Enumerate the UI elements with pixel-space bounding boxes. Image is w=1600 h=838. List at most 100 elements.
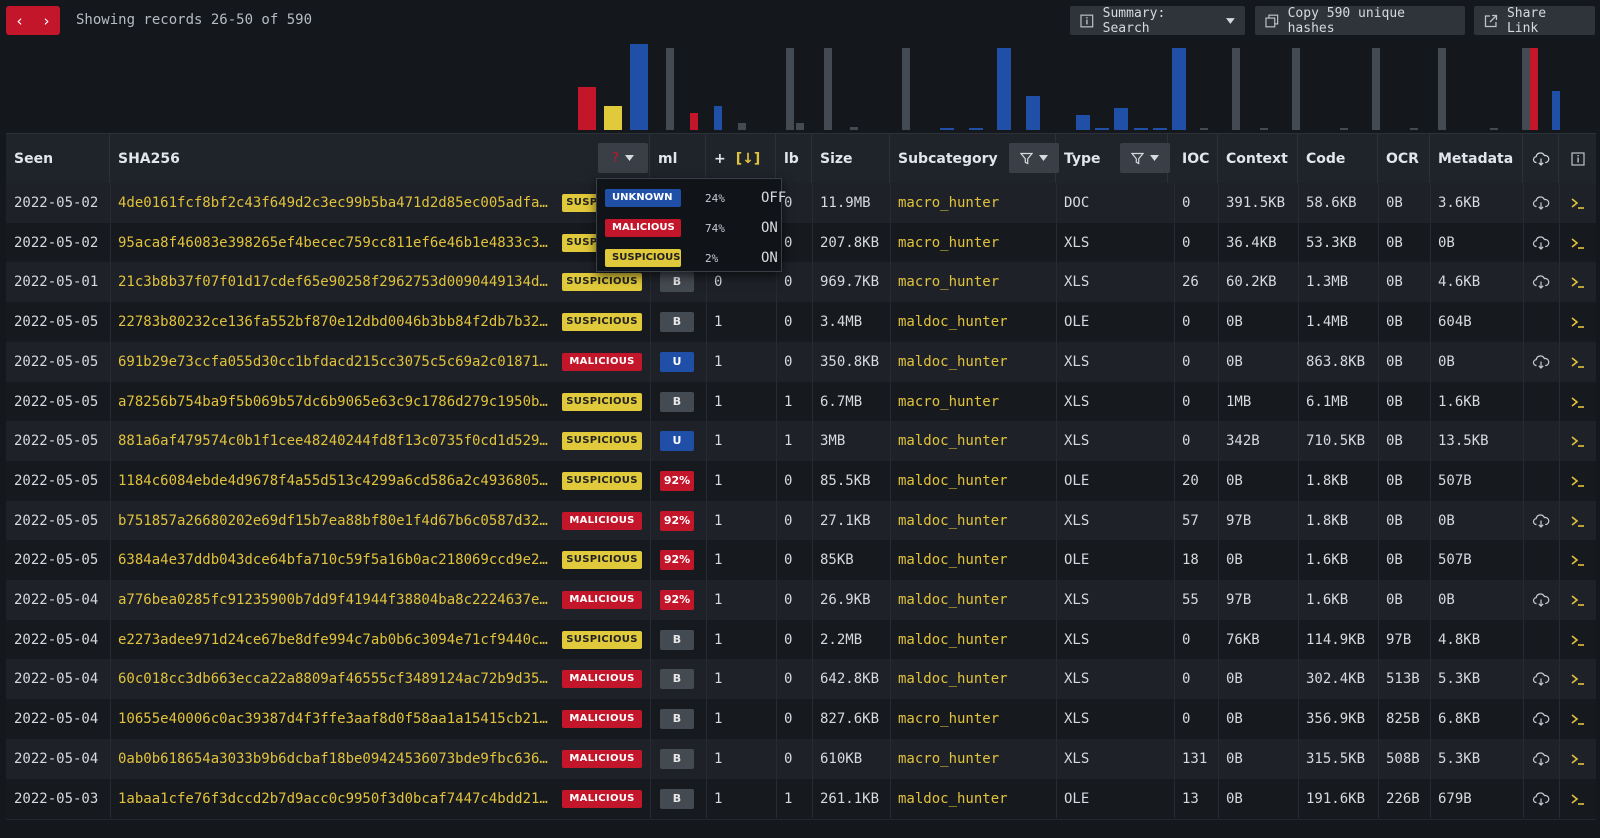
histogram-bar-ioc[interactable] xyxy=(1200,128,1208,130)
verdict-option-toggle[interactable]: ON xyxy=(761,250,778,266)
verdict-option-suspicious[interactable]: SUSPICIOUS 2% ON xyxy=(605,247,778,269)
table-row[interactable]: 2022-05-05 b751857a26680202e69df15b7ea88b… xyxy=(6,500,1596,542)
col-context[interactable]: Context xyxy=(1218,134,1298,183)
terminal-icon[interactable] xyxy=(1571,594,1585,606)
sha256-link[interactable]: 22783b80232ce136fa552bf870e12dbd0046b3bb… xyxy=(110,302,600,342)
col-metadata[interactable]: Metadata xyxy=(1430,134,1523,183)
subcategory-link[interactable]: maldoc_hunter xyxy=(890,421,1056,461)
sha256-link[interactable]: 691b29e73ccfa055d30cc1bfdacd215cc3075c5c… xyxy=(110,342,600,382)
type-filter-button[interactable] xyxy=(1120,143,1170,173)
cloud-download-icon[interactable] xyxy=(1532,355,1550,369)
subcategory-link[interactable]: maldoc_hunter xyxy=(890,461,1056,501)
table-row[interactable]: 2022-05-05 1184c6084ebde4d9678f4a55d513c4… xyxy=(6,460,1596,502)
sha256-link[interactable]: a78256b754ba9f5b069b57dc6b9065e63c9c1786… xyxy=(110,382,600,422)
histogram-bar-metadata[interactable] xyxy=(1522,48,1530,130)
histogram-bar-type[interactable] xyxy=(1114,107,1129,130)
histogram-bar-size[interactable] xyxy=(902,48,910,130)
histogram-bar-code[interactable] xyxy=(1372,48,1380,130)
sha256-link[interactable]: e2273adee971d24ce67be8dfe994c7ab0b6c3094… xyxy=(110,620,600,660)
histogram-bar-ml[interactable] xyxy=(714,105,722,130)
histogram-bar-ocr[interactable] xyxy=(1438,48,1446,130)
summary-dropdown[interactable]: Summary: Search xyxy=(1070,6,1245,36)
terminal-icon[interactable] xyxy=(1571,673,1585,686)
histogram-bar-subcategory[interactable] xyxy=(997,48,1012,130)
subcategory-link[interactable]: macro_hunter xyxy=(890,739,1056,779)
sha256-link[interactable]: 881a6af479574c0b1f1cee48240244fd8f13c073… xyxy=(110,421,600,461)
histogram-bar-verdict[interactable] xyxy=(630,44,648,130)
table-row[interactable]: 2022-05-03 1abaa1cfe76f3dccd2b7d9acc0c995… xyxy=(6,778,1596,820)
histogram-bar-metadata[interactable] xyxy=(1490,128,1498,130)
col-download[interactable] xyxy=(1523,134,1559,183)
sha256-link[interactable]: 10655e40006c0ac39387d4f3ffe3aaf8d0f58aa1… xyxy=(110,699,600,739)
subcategory-link[interactable]: maldoc_hunter xyxy=(890,302,1056,342)
col-plus[interactable]: + [↓] xyxy=(706,134,776,183)
col-seen[interactable]: Seen xyxy=(6,134,110,183)
table-row[interactable]: 2022-05-02 95aca8f46083e398265ef4becec759… xyxy=(6,222,1596,264)
col-code[interactable]: Code xyxy=(1298,134,1378,183)
subcategory-link[interactable]: maldoc_hunter xyxy=(890,659,1056,699)
table-row[interactable]: 2022-05-04 60c018cc3db663ecca22a8809af465… xyxy=(6,659,1596,701)
histogram-bar-ml[interactable] xyxy=(666,48,674,130)
cloud-download-icon[interactable] xyxy=(1532,236,1550,250)
sha256-link[interactable]: 95aca8f46083e398265ef4becec759cc811ef6e4… xyxy=(110,223,600,263)
histogram-bar-download[interactable] xyxy=(1552,91,1560,130)
sha256-link[interactable]: 0ab0b618654a3033b9b6dcbaf18be09424536073… xyxy=(110,739,600,779)
cloud-download-icon[interactable] xyxy=(1532,791,1550,806)
histogram-bar-download[interactable] xyxy=(1530,48,1538,130)
table-row[interactable]: 2022-05-04 a776bea0285fc91235900b7dd9f419… xyxy=(6,580,1596,621)
cloud-download-icon[interactable] xyxy=(1532,712,1550,726)
terminal-icon[interactable] xyxy=(1571,793,1585,805)
terminal-icon[interactable] xyxy=(1571,753,1585,765)
share-link-button[interactable]: Share Link xyxy=(1474,6,1595,36)
col-info[interactable] xyxy=(1559,134,1596,183)
verdict-option-unknown[interactable]: UNKNOWN 24% OFF xyxy=(605,187,786,209)
subcategory-link[interactable]: maldoc_hunter xyxy=(890,779,1056,819)
subcategory-link[interactable]: macro_hunter xyxy=(890,382,1056,422)
terminal-icon[interactable] xyxy=(1571,475,1585,487)
table-row[interactable]: 2022-05-05 6384a4e37ddb043dce64bfa710c59f… xyxy=(6,540,1596,582)
subcategory-link[interactable]: macro_hunter xyxy=(890,262,1056,302)
terminal-icon[interactable] xyxy=(1571,276,1585,289)
terminal-icon[interactable] xyxy=(1571,237,1585,249)
subcategory-link[interactable]: maldoc_hunter xyxy=(890,620,1056,660)
next-page-button[interactable]: › xyxy=(33,6,60,35)
cloud-download-icon[interactable] xyxy=(1532,513,1550,528)
table-row[interactable]: 2022-05-04 e2273adee971d24ce67be8dfe994c7… xyxy=(6,619,1596,661)
histogram-bar-context[interactable] xyxy=(1292,48,1300,130)
table-row[interactable]: 2022-05-01 21c3b8b37f07f01d17cdef65e90258… xyxy=(6,262,1596,304)
histogram-bar-plus[interactable] xyxy=(738,123,746,130)
histogram-bar-subcategory[interactable] xyxy=(1026,95,1040,130)
histogram-bar-type[interactable] xyxy=(1095,128,1110,130)
histogram-bar-lb[interactable] xyxy=(796,123,804,130)
histogram-bar-context[interactable] xyxy=(1260,128,1268,130)
col-ioc[interactable]: IOC xyxy=(1174,134,1218,183)
subcategory-link[interactable]: maldoc_hunter xyxy=(890,342,1056,382)
cloud-download-icon[interactable] xyxy=(1532,593,1550,607)
histogram-bar-ioc[interactable] xyxy=(1232,48,1240,130)
terminal-icon[interactable] xyxy=(1571,515,1585,527)
terminal-icon[interactable] xyxy=(1571,197,1585,209)
table-row[interactable]: 2022-05-05 881a6af479574c0b1f1cee48240244… xyxy=(6,421,1596,463)
subcategory-filter-button[interactable] xyxy=(1009,143,1059,173)
table-row[interactable]: 2022-05-04 10655e40006c0ac39387d4f3ffe3aa… xyxy=(6,699,1596,741)
copy-hashes-button[interactable]: Copy 590 unique hashes xyxy=(1255,6,1465,36)
histogram-bar-subcategory[interactable] xyxy=(940,128,954,130)
terminal-icon[interactable] xyxy=(1571,396,1585,408)
subcategory-link[interactable]: macro_hunter xyxy=(890,183,1056,223)
sha256-link[interactable]: 60c018cc3db663ecca22a8809af46555cf348912… xyxy=(110,659,600,699)
col-ml[interactable]: ml xyxy=(650,134,706,183)
sha256-link[interactable]: 1184c6084ebde4d9678f4a55d513c4299a6cd586… xyxy=(110,461,600,501)
sort-desc-indicator[interactable]: [↓] xyxy=(736,151,761,167)
terminal-icon[interactable] xyxy=(1571,435,1585,447)
histogram-bar-subcategory[interactable] xyxy=(968,128,983,130)
histogram-bar-size[interactable] xyxy=(850,127,858,130)
histogram-bar-ocr[interactable] xyxy=(1410,128,1418,130)
table-row[interactable]: 2022-05-05 22783b80232ce136fa552bf870e12d… xyxy=(6,302,1596,344)
terminal-icon[interactable] xyxy=(1571,554,1585,567)
histogram-bar-verdict[interactable] xyxy=(604,105,622,130)
histogram-bar-code[interactable] xyxy=(1340,128,1348,130)
sha256-link[interactable]: 21c3b8b37f07f01d17cdef65e90258f2962753d0… xyxy=(110,262,600,302)
table-row[interactable]: 2022-05-05 691b29e73ccfa055d30cc1bfdacd21… xyxy=(6,341,1596,383)
histogram-bar-ml[interactable] xyxy=(690,112,698,130)
histogram-bar-type[interactable] xyxy=(1076,114,1090,130)
